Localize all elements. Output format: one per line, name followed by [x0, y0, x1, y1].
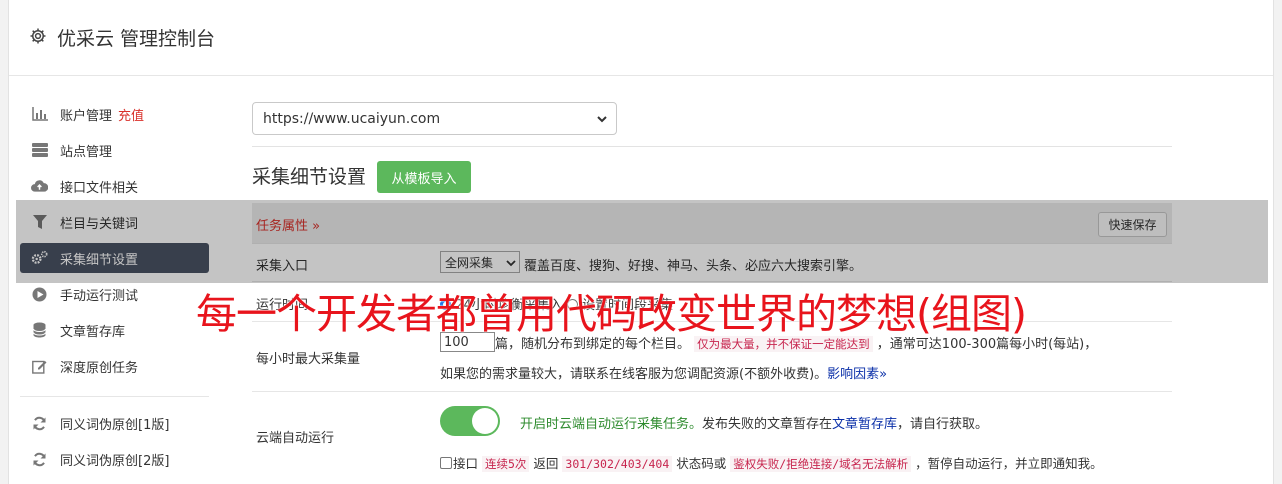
edit-icon [31, 358, 48, 375]
sidebar-item-label: 手动运行测试 [60, 288, 139, 304]
max-per-hour-label: 每小时最大采集量 [256, 352, 361, 367]
sidebar-item-deep-original[interactable]: 深度原创任务 [20, 351, 209, 381]
sidebar-item-sites[interactable]: 站点管理 [20, 135, 209, 165]
play-circle-icon [31, 286, 48, 303]
bar-chart-icon [31, 106, 48, 123]
divider [252, 146, 1172, 147]
sidebar-item-label: 接口文件相关 [60, 180, 139, 196]
article-store-link[interactable]: 文章暂存库 [832, 417, 897, 432]
sidebar-item-label: 同义词伪原创[1版] [60, 417, 170, 433]
page-header: 优采云 管理控制台 [9, 0, 1273, 76]
pause-notify-option: 接口 连续5次 返回 301/302/403/404 状态码或 鉴权失败/拒绝连… [440, 453, 1103, 472]
sidebar-divider [20, 396, 209, 397]
server-icon [31, 142, 48, 159]
toggle-knob [472, 408, 498, 434]
cloud-desc: 开启时云端自动运行采集任务。发布失败的文章暂存在文章暂存库，请自行获取。 [520, 417, 989, 432]
sidebar-item-manual-run[interactable]: 手动运行测试 [20, 279, 209, 309]
import-template-button[interactable]: 从模板导入 [377, 161, 471, 193]
sidebar-item-label: 文章暂存库 [60, 324, 126, 340]
cloud-upload-icon [31, 178, 48, 195]
gear-icon [30, 28, 46, 44]
refresh-icon [31, 451, 48, 468]
database-icon [31, 322, 48, 339]
sidebar-item-label: 账户管理 [60, 108, 113, 124]
recharge-link[interactable]: 充值 [118, 105, 144, 124]
sidebar-item-account[interactable]: 账户管理 充值 [20, 99, 209, 129]
watermark-text: 每一个开发者都曾用代码改变世界的梦想(组图) [196, 290, 1027, 338]
sidebar-item-label: 同义词伪原创[2版] [60, 453, 170, 469]
chevron-down-icon [597, 116, 607, 123]
pause-notify-checkbox[interactable] [440, 457, 452, 469]
cloud-auto-run-toggle[interactable] [440, 406, 500, 436]
sidebar-item-synonym-v1[interactable]: 同义词伪原创[1版] [20, 408, 209, 438]
refresh-icon [31, 415, 48, 432]
cloud-auto-run-label: 云端自动运行 [256, 431, 335, 446]
sidebar-item-api-files[interactable]: 接口文件相关 [20, 171, 209, 201]
page-title: 优采云 管理控制台 [57, 28, 216, 50]
overlay-band [16, 200, 1268, 283]
sidebar-item-label: 深度原创任务 [60, 360, 139, 376]
section-title: 采集细节设置 [252, 166, 367, 188]
row-cloud-auto-run: 云端自动运行 开启时云端自动运行采集任务。发布失败的文章暂存在文章暂存库，请自行… [252, 391, 1172, 481]
site-select[interactable]: https://www.ucaiyun.com [252, 102, 617, 135]
max-per-hour-desc-line2: 如果您的需求量较大，请联系在线客服为您调配资源(不额外收费)。影响因素» [440, 367, 888, 382]
sidebar-item-article-store[interactable]: 文章暂存库 [20, 315, 209, 345]
influence-factors-link[interactable]: 影响因素» [827, 367, 887, 382]
sidebar-item-synonym-v2[interactable]: 同义词伪原创[2版] [20, 444, 209, 474]
sidebar-item-label: 站点管理 [60, 144, 113, 160]
